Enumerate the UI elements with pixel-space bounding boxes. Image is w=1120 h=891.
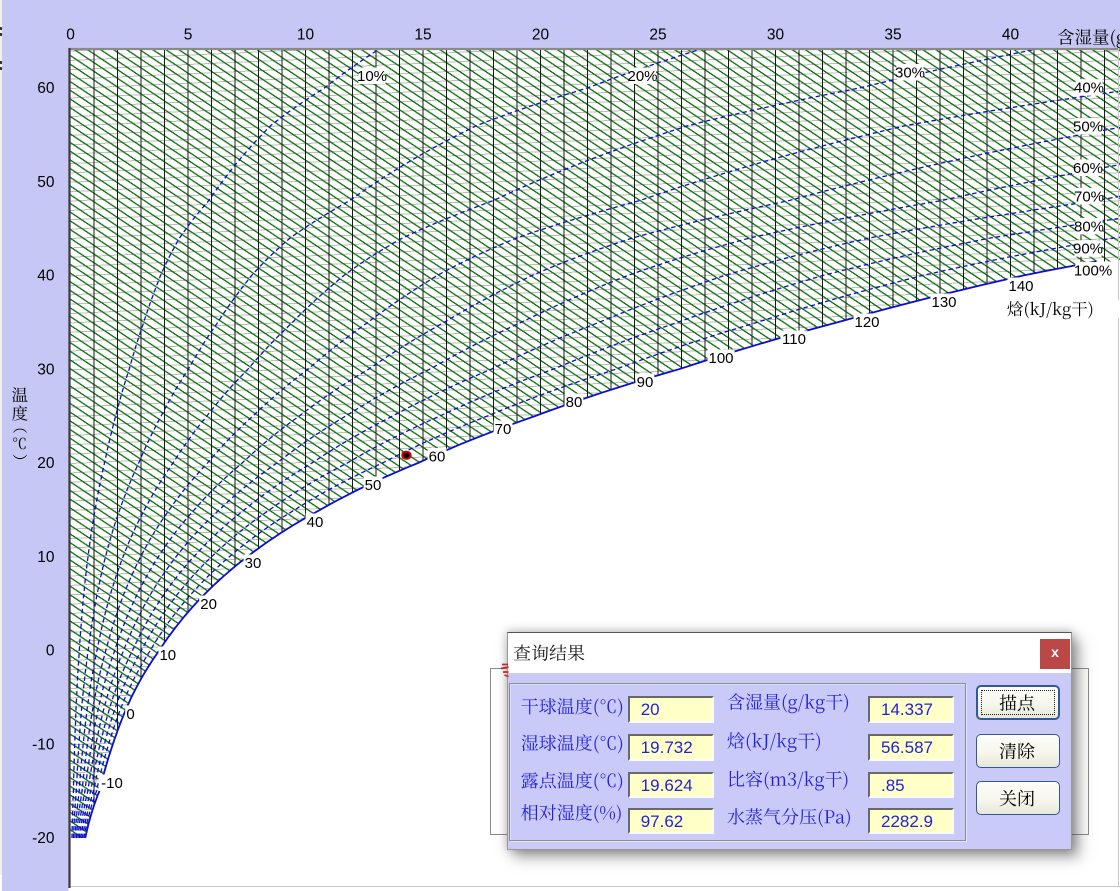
svg-text:60%: 60% [1073, 160, 1103, 177]
svg-text:10: 10 [159, 647, 176, 664]
svg-text:10: 10 [37, 549, 55, 566]
svg-text:30: 30 [245, 555, 262, 572]
svg-text:60: 60 [37, 80, 55, 97]
svg-text:30: 30 [767, 27, 785, 44]
svg-text:-10: -10 [32, 736, 55, 753]
svg-text:70%: 70% [1074, 188, 1104, 205]
svg-text:120: 120 [854, 314, 879, 331]
svg-text:70: 70 [495, 421, 512, 438]
svg-text:30%: 30% [895, 65, 925, 82]
svg-text:40: 40 [1002, 27, 1020, 44]
svg-text:-10: -10 [101, 775, 123, 792]
svg-text:80%: 80% [1074, 218, 1104, 235]
svg-text:40%: 40% [1074, 80, 1104, 97]
svg-text:40: 40 [307, 514, 324, 531]
svg-text:140: 140 [1008, 278, 1033, 295]
svg-text:50: 50 [365, 477, 382, 494]
svg-text:20: 20 [200, 596, 217, 613]
svg-text:20%: 20% [627, 68, 657, 85]
svg-text:5: 5 [184, 27, 193, 44]
svg-text:100: 100 [708, 350, 733, 367]
svg-text:40: 40 [37, 268, 55, 285]
svg-text:35: 35 [884, 27, 901, 44]
svg-text:25: 25 [649, 27, 666, 44]
svg-text:15: 15 [414, 27, 431, 44]
svg-text:20: 20 [37, 455, 55, 472]
svg-text:-20: -20 [32, 830, 55, 847]
svg-text:0: 0 [126, 706, 134, 723]
svg-text:10: 10 [297, 27, 315, 44]
svg-text:30: 30 [37, 361, 55, 378]
svg-text:80: 80 [566, 394, 583, 411]
svg-text:100%: 100% [1074, 263, 1112, 280]
svg-text:20: 20 [532, 27, 550, 44]
svg-text:110: 110 [782, 331, 806, 348]
svg-text:90: 90 [637, 374, 654, 391]
svg-text:10%: 10% [357, 68, 387, 85]
svg-text:130: 130 [931, 294, 956, 311]
svg-text:50: 50 [37, 174, 55, 191]
svg-text:50%: 50% [1073, 119, 1103, 136]
svg-text:90%: 90% [1073, 241, 1103, 258]
svg-text:0: 0 [46, 643, 55, 660]
svg-text:60: 60 [429, 449, 446, 466]
svg-text:0: 0 [66, 27, 75, 44]
